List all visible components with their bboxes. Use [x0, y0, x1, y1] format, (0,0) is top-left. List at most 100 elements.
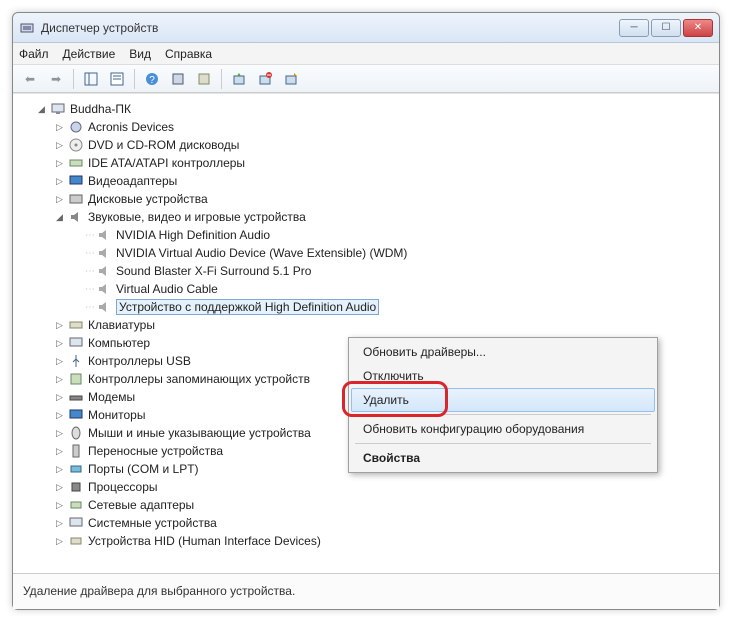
expand-icon[interactable]: ▷: [53, 337, 66, 350]
minimize-button[interactable]: ─: [619, 19, 649, 37]
tree-item[interactable]: ▷Сетевые адаптеры: [17, 496, 719, 514]
collapse-icon[interactable]: ◢: [53, 211, 66, 224]
forward-button[interactable]: ➡: [45, 68, 67, 90]
ctx-properties[interactable]: Свойства: [351, 446, 655, 470]
menu-help[interactable]: Справка: [165, 47, 212, 61]
tree-root[interactable]: ◢ Buddha-ПК: [17, 100, 719, 118]
update-driver-button[interactable]: [228, 68, 250, 90]
status-text: Удаление драйвера для выбранного устройс…: [23, 584, 295, 598]
keyboard-icon: [68, 317, 84, 333]
maximize-button[interactable]: ☐: [651, 19, 681, 37]
ctx-separator: [355, 414, 651, 415]
toolbar-separator: [134, 69, 135, 89]
speaker-icon: [96, 263, 112, 279]
tree-item-sound[interactable]: ◢Звуковые, видео и игровые устройства: [17, 208, 719, 226]
tree-item[interactable]: ▷DVD и CD-ROM дисководы: [17, 136, 719, 154]
hid-icon: [68, 533, 84, 549]
expand-icon[interactable]: ▷: [53, 121, 66, 134]
help-button[interactable]: ?: [141, 68, 163, 90]
expand-icon[interactable]: ▷: [53, 175, 66, 188]
portable-icon: [68, 443, 84, 459]
speaker-icon: [96, 227, 112, 243]
show-hide-tree-button[interactable]: [80, 68, 102, 90]
statusbar: Удаление драйвера для выбранного устройс…: [13, 573, 719, 609]
expand-icon[interactable]: ▷: [53, 463, 66, 476]
network-icon: [68, 497, 84, 513]
tree-item-audio[interactable]: ⋯NVIDIA High Definition Audio: [17, 226, 719, 244]
menu-file[interactable]: Файл: [19, 47, 49, 61]
tree-item[interactable]: ▷IDE ATA/ATAPI контроллеры: [17, 154, 719, 172]
disable-button[interactable]: [280, 68, 302, 90]
titlebar[interactable]: Диспетчер устройств ─ ☐ ✕: [13, 13, 719, 43]
tree-item[interactable]: ▷Acronis Devices: [17, 118, 719, 136]
mouse-icon: [68, 425, 84, 441]
toolbar: ⬅ ➡ ?: [13, 65, 719, 93]
menu-action[interactable]: Действие: [63, 47, 116, 61]
context-menu: Обновить драйверы... Отключить Удалить О…: [348, 337, 658, 473]
tree-item[interactable]: ▷Видеоадаптеры: [17, 172, 719, 190]
ctx-delete[interactable]: Удалить: [351, 388, 655, 412]
expand-icon[interactable]: ▷: [53, 319, 66, 332]
expand-icon[interactable]: ▷: [53, 481, 66, 494]
scan-button[interactable]: [167, 68, 189, 90]
ctx-rescan[interactable]: Обновить конфигурацию оборудования: [351, 417, 655, 441]
expand-icon[interactable]: ▷: [53, 499, 66, 512]
window-controls: ─ ☐ ✕: [619, 19, 713, 37]
expand-icon[interactable]: ▷: [53, 409, 66, 422]
svg-text:?: ?: [149, 75, 155, 86]
display-icon: [68, 173, 84, 189]
dvd-icon: [68, 137, 84, 153]
tree-item[interactable]: ▷Процессоры: [17, 478, 719, 496]
close-button[interactable]: ✕: [683, 19, 713, 37]
toolbar-separator: [221, 69, 222, 89]
tree-item[interactable]: ▷Дисковые устройства: [17, 190, 719, 208]
expand-icon[interactable]: ▷: [53, 427, 66, 440]
action-button[interactable]: [193, 68, 215, 90]
expand-icon[interactable]: ▷: [53, 535, 66, 548]
disk-icon: [68, 191, 84, 207]
tree-item-audio[interactable]: ⋯Virtual Audio Cable: [17, 280, 719, 298]
speaker-icon: [96, 245, 112, 261]
cpu-icon: [68, 479, 84, 495]
device-manager-window: Диспетчер устройств ─ ☐ ✕ Файл Действие …: [12, 12, 720, 610]
tree-item-audio[interactable]: ⋯Sound Blaster X-Fi Surround 5.1 Pro: [17, 262, 719, 280]
menu-view[interactable]: Вид: [129, 47, 151, 61]
ctx-disable[interactable]: Отключить: [351, 364, 655, 388]
device-icon: [68, 119, 84, 135]
tree-item[interactable]: ▷Клавиатуры: [17, 316, 719, 334]
ctx-update-drivers[interactable]: Обновить драйверы...: [351, 340, 655, 364]
ide-icon: [68, 155, 84, 171]
collapse-icon[interactable]: ◢: [35, 103, 48, 116]
modem-icon: [68, 389, 84, 405]
menubar: Файл Действие Вид Справка: [13, 43, 719, 65]
speaker-icon: [96, 299, 112, 315]
expand-icon[interactable]: ▷: [53, 391, 66, 404]
expand-icon[interactable]: ▷: [53, 373, 66, 386]
tree-item-audio[interactable]: ⋯NVIDIA Virtual Audio Device (Wave Exten…: [17, 244, 719, 262]
monitor-icon: [68, 407, 84, 423]
port-icon: [68, 461, 84, 477]
speaker-icon: [96, 281, 112, 297]
expand-icon[interactable]: ▷: [53, 157, 66, 170]
device-tree[interactable]: ◢ Buddha-ПК ▷Acronis Devices ▷DVD и CD-R…: [13, 93, 719, 571]
tree-item-audio-selected[interactable]: ⋯Устройство с поддержкой High Definition…: [17, 298, 719, 316]
ctx-separator: [355, 443, 651, 444]
expand-icon[interactable]: ▷: [53, 517, 66, 530]
toolbar-separator: [73, 69, 74, 89]
computer-icon: [50, 101, 66, 117]
usb-icon: [68, 353, 84, 369]
uninstall-button[interactable]: [254, 68, 276, 90]
properties-button[interactable]: [106, 68, 128, 90]
expand-icon[interactable]: ▷: [53, 445, 66, 458]
back-button[interactable]: ⬅: [19, 68, 41, 90]
system-icon: [68, 515, 84, 531]
computer-icon: [68, 335, 84, 351]
window-title: Диспетчер устройств: [41, 21, 619, 35]
app-icon: [19, 20, 35, 36]
tree-item[interactable]: ▷Системные устройства: [17, 514, 719, 532]
sound-icon: [68, 209, 84, 225]
expand-icon[interactable]: ▷: [53, 355, 66, 368]
expand-icon[interactable]: ▷: [53, 193, 66, 206]
tree-item[interactable]: ▷Устройства HID (Human Interface Devices…: [17, 532, 719, 550]
expand-icon[interactable]: ▷: [53, 139, 66, 152]
